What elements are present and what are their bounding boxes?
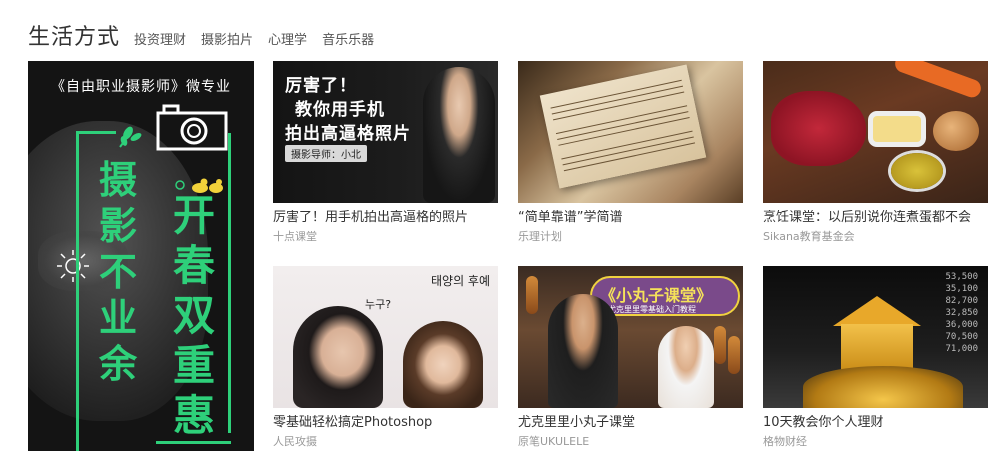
ukulele-image <box>526 276 538 314</box>
ukulele-image <box>728 336 740 374</box>
thumb-badge: 摄影导师：小北 <box>285 145 367 162</box>
ticker-number: 53,500 <box>945 272 978 282</box>
course-card[interactable]: 태양의 후예 누구? 零基础轻松搞定Photoshop 人民攻摄 <box>273 266 498 449</box>
course-title[interactable]: 零基础轻松搞定Photoshop <box>273 415 498 431</box>
ticker-number: 36,000 <box>945 320 978 330</box>
food-image <box>892 61 984 100</box>
instructor-photo <box>548 294 618 408</box>
food-image <box>771 91 866 166</box>
promo-subtitle: 《自由职业摄影师》微专业 <box>51 79 231 95</box>
thumb-handwriting: 누구? <box>365 298 392 311</box>
actress-photo <box>403 321 483 408</box>
course-thumbnail[interactable]: 厉害了！ 教你用手机 拍出高逼格照片 摄影导师：小北 <box>273 61 498 203</box>
promo-frame-bottom <box>156 441 231 444</box>
course-provider[interactable]: Sikana教育基金会 <box>763 230 988 244</box>
food-image <box>891 153 943 189</box>
course-title[interactable]: 厉害了！用手机拍出高逼格的照片 <box>273 210 498 226</box>
course-thumbnail[interactable]: 53,500 35,100 82,700 32,850 36,000 70,50… <box>763 266 988 408</box>
food-image <box>933 111 979 151</box>
ticker-number: 35,100 <box>945 284 978 294</box>
section-title: 生活方式 <box>28 25 121 50</box>
course-provider[interactable]: 原笔UKULELE <box>518 435 743 449</box>
sheet-music-image <box>539 64 707 189</box>
course-title[interactable]: 烹饪课堂：以后别说你连煮蛋都不会 <box>763 210 988 226</box>
gold-house-roof <box>833 296 921 326</box>
course-provider[interactable]: 乐理计划 <box>518 230 743 244</box>
tab-investment[interactable]: 投资理财 <box>134 30 186 52</box>
ticker-number: 70,500 <box>945 332 978 342</box>
course-title[interactable]: 10天教会你个人理财 <box>763 415 988 431</box>
ukulele-image <box>714 326 726 364</box>
thumb-text-line: 拍出高逼格照片 <box>285 124 411 144</box>
thumb-banner-title: 《小丸子课堂》 <box>600 286 713 305</box>
section-header: 生活方式 投资理财 摄影拍片 心理学 音乐乐器 <box>28 22 389 52</box>
leaf-icon <box>119 126 142 148</box>
course-provider[interactable]: 十点课堂 <box>273 230 498 244</box>
tab-music-instruments[interactable]: 音乐乐器 <box>322 30 374 52</box>
thumb-text-line: 厉害了！ <box>285 76 357 96</box>
tab-photography[interactable]: 摄影拍片 <box>201 30 253 52</box>
student-photo <box>658 326 714 408</box>
actor-photo <box>293 306 383 408</box>
camera-icon <box>156 104 228 151</box>
instructor-portrait <box>423 67 495 203</box>
gold-coins-image <box>803 366 963 408</box>
promo-frame-right <box>228 133 231 433</box>
course-title[interactable]: 尤克里里小丸子课堂 <box>518 415 743 431</box>
course-card[interactable]: 《小丸子课堂》 尤克里里零基础入门教程 尤克里里小丸子课堂 原笔UKULELE <box>518 266 743 449</box>
tab-psychology[interactable]: 心理学 <box>268 30 307 52</box>
course-thumbnail[interactable]: 《小丸子课堂》 尤克里里零基础入门教程 <box>518 266 743 408</box>
course-provider[interactable]: 人民攻摄 <box>273 435 498 449</box>
thumb-banner-subtitle: 尤克里里零基础入门教程 <box>608 305 696 314</box>
thumb-text-line: 教你用手机 <box>295 100 385 120</box>
course-provider[interactable]: 格物财经 <box>763 435 988 449</box>
ticker-number: 71,000 <box>945 344 978 354</box>
ticker-number: 32,850 <box>945 308 978 318</box>
course-card[interactable]: 厉害了！ 教你用手机 拍出高逼格照片 摄影导师：小北 厉害了！用手机拍出高逼格的… <box>273 61 498 244</box>
thumb-handwriting: 태양의 후예 <box>431 274 491 288</box>
ticker-number: 82,700 <box>945 296 978 306</box>
course-card[interactable]: “简单靠谱”学简谱 乐理计划 <box>518 61 743 244</box>
course-card[interactable]: 53,500 35,100 82,700 32,850 36,000 70,50… <box>763 266 988 449</box>
course-thumbnail[interactable] <box>518 61 743 203</box>
food-image <box>873 116 921 142</box>
course-thumbnail[interactable]: 태양의 후예 누구? <box>273 266 498 408</box>
course-card[interactable]: 烹饪课堂：以后别说你连煮蛋都不会 Sikana教育基金会 <box>763 61 988 244</box>
promo-slogan-right: 开春双重惠 <box>172 191 215 440</box>
promo-slogan-left: 摄影不业余 <box>98 158 137 386</box>
promo-banner[interactable]: 《自由职业摄影师》微专业 摄影不业余 开春双重惠 <box>28 61 254 451</box>
course-thumbnail[interactable] <box>763 61 988 203</box>
course-title[interactable]: “简单靠谱”学简谱 <box>518 210 743 226</box>
